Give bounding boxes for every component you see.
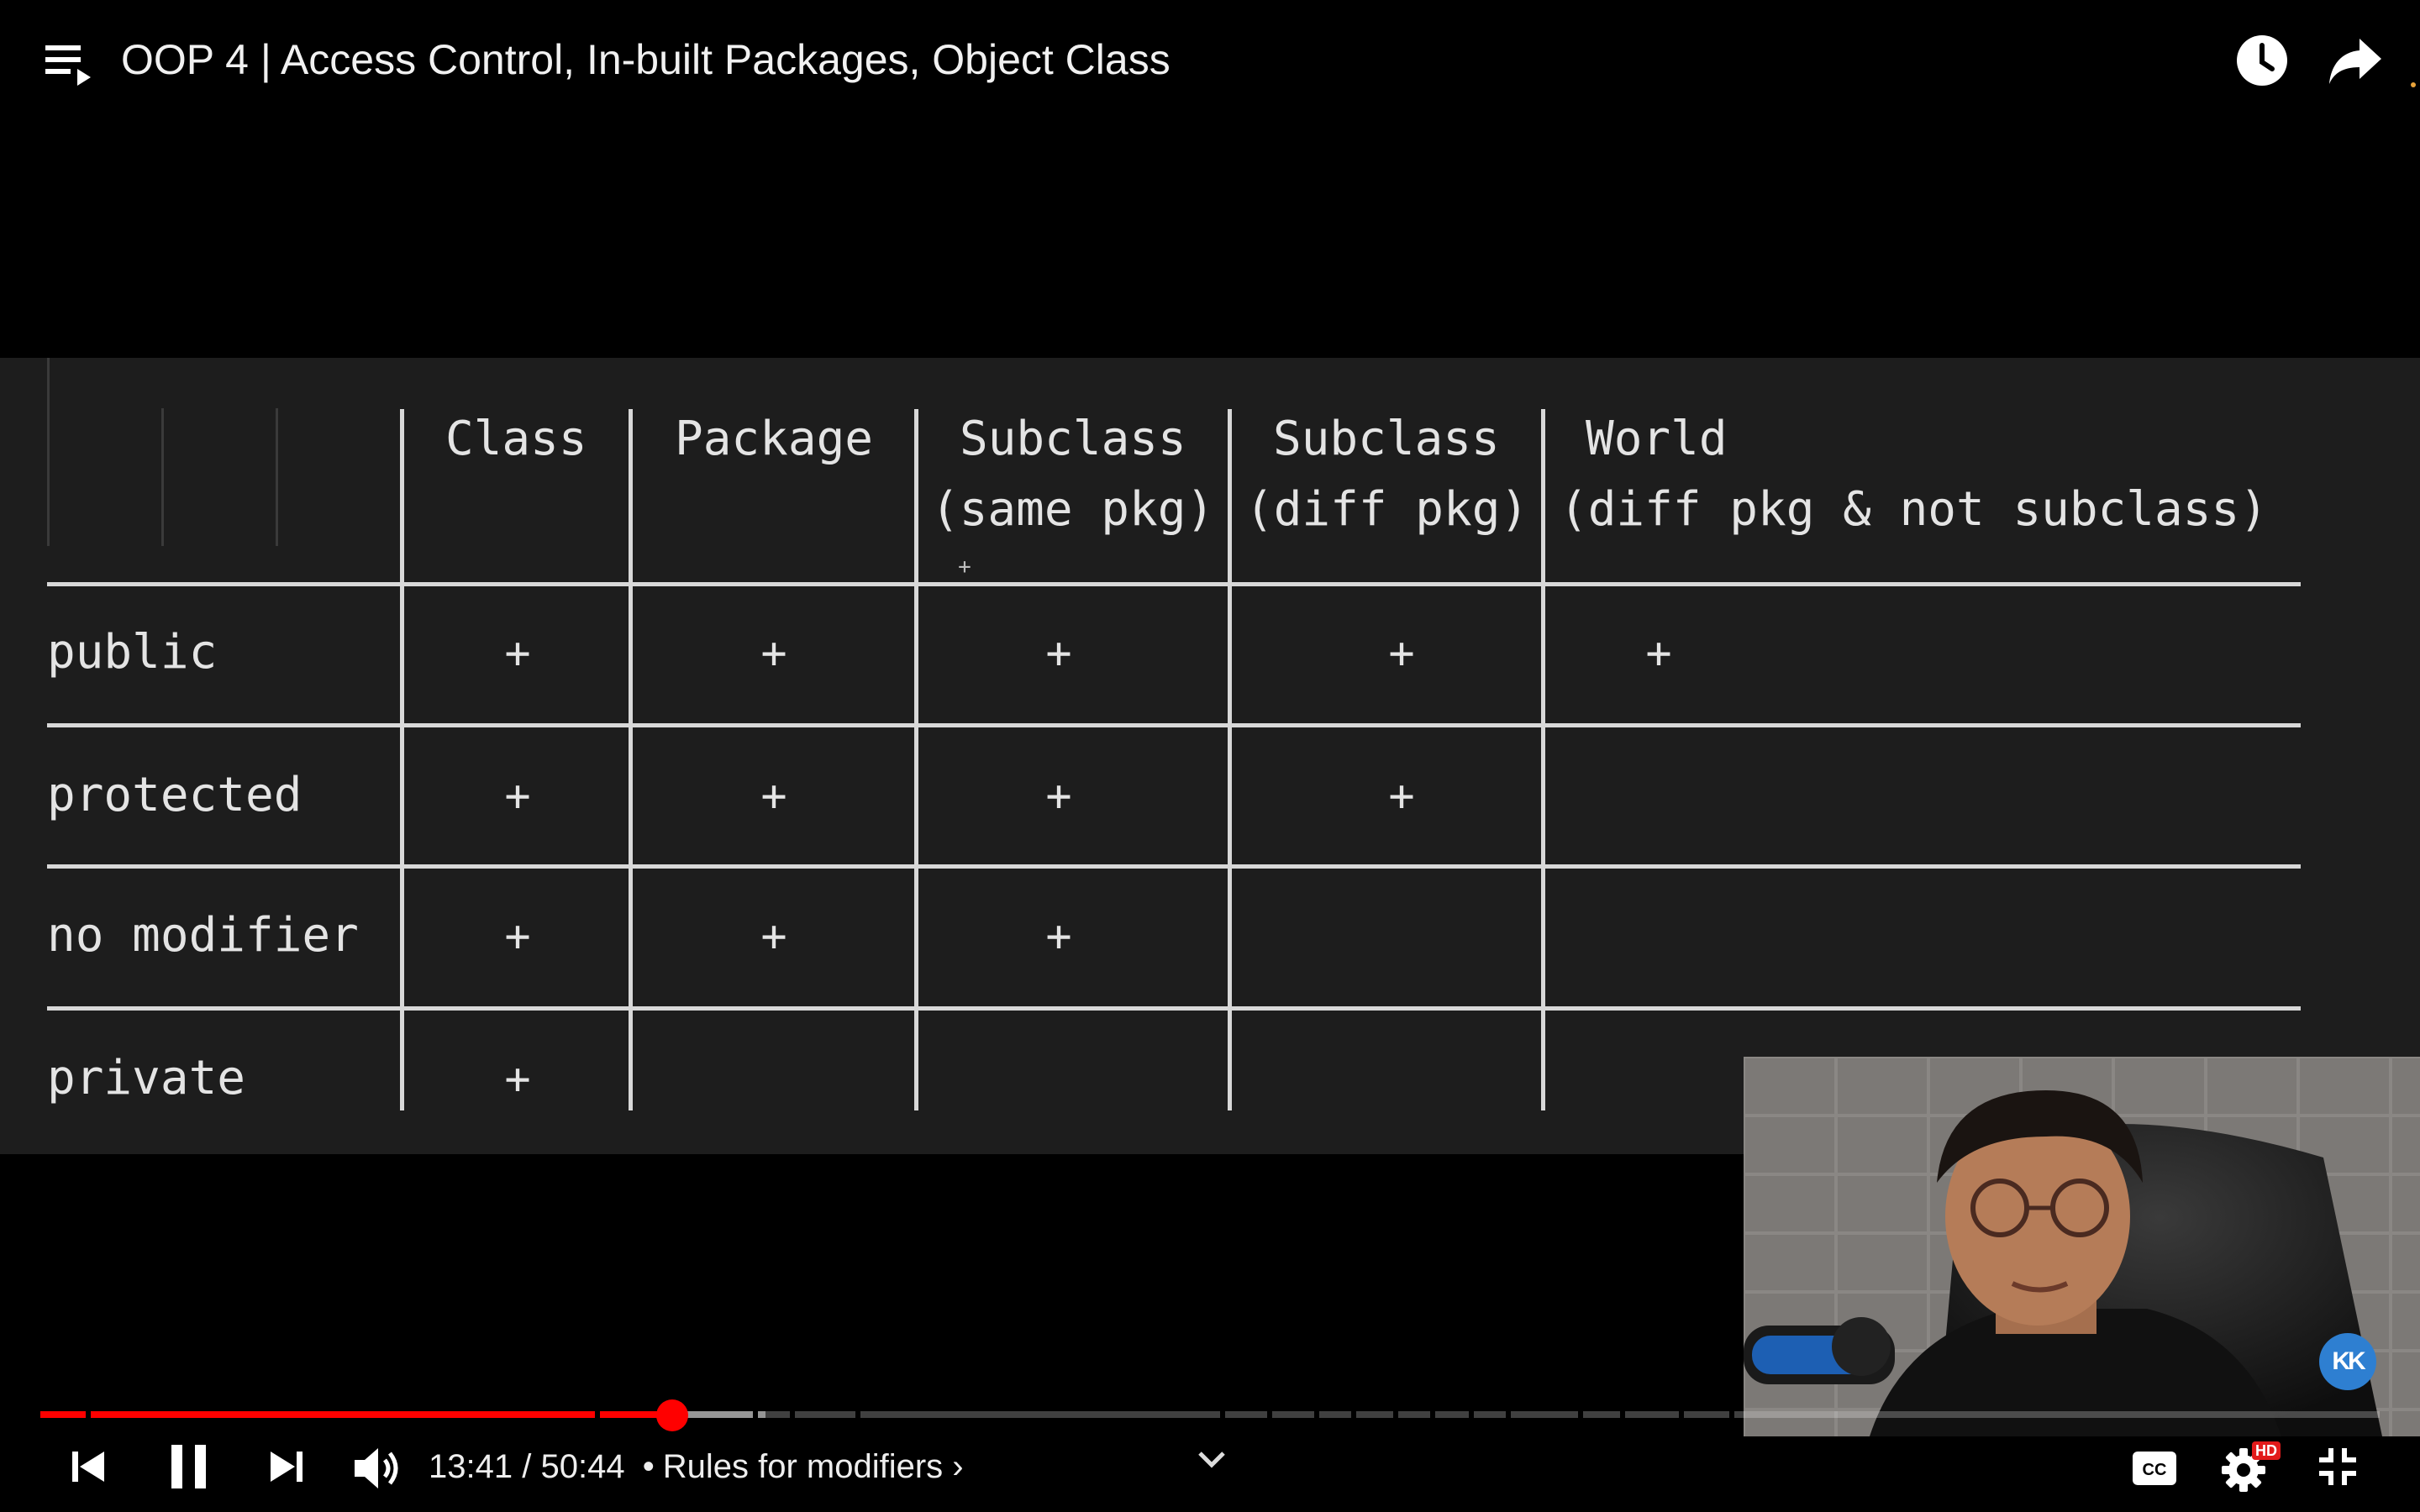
table-row-divider (47, 723, 2301, 727)
table-column-divider (629, 409, 633, 1110)
slide-panel: Class Package Subclass (same pkg) Subcla… (0, 358, 2420, 1154)
column-subheader-world: (diff pkg & not subclass) (1560, 482, 2268, 537)
progress-played (40, 1411, 672, 1418)
chapter-marker (1220, 1411, 1225, 1418)
notification-dot (2411, 82, 2416, 87)
duration: 50:44 (540, 1448, 625, 1485)
exit-fullscreen-button[interactable] (2316, 1445, 2360, 1488)
table-row-divider (47, 582, 2301, 586)
chapter-marker (1393, 1411, 1398, 1418)
table-cell: + (1045, 911, 1072, 962)
chapter-marker (855, 1411, 860, 1418)
stray-plus-mark: + (958, 554, 971, 580)
cc-label: CC (2143, 1461, 2167, 1479)
cc-icon: CC (2133, 1452, 2176, 1485)
progress-scrubber-handle[interactable] (655, 1399, 688, 1431)
subtitles-button[interactable]: CC (2131, 1450, 2178, 1487)
column-subheader-diff-pkg: (diff pkg) (1245, 482, 1529, 537)
pause-icon (171, 1445, 206, 1488)
chapter-marker (1267, 1411, 1272, 1418)
chapter-marker (1578, 1411, 1583, 1418)
table-cell: + (504, 1054, 531, 1105)
progress-bar[interactable] (40, 1411, 2380, 1418)
pause-button[interactable] (168, 1443, 210, 1490)
ghost-line (276, 408, 278, 546)
playlist-icon[interactable] (44, 40, 96, 89)
table-column-divider (1541, 409, 1545, 1110)
table-cell: + (1645, 628, 1672, 679)
chapter-title-button[interactable]: Rules for modifiers › (663, 1448, 964, 1485)
hd-badge: HD (2252, 1441, 2281, 1460)
table-cell: + (504, 911, 531, 962)
table-column-divider (400, 409, 404, 1110)
current-time: 13:41 (429, 1448, 513, 1485)
expand-chevron-button[interactable] (1193, 1446, 1230, 1477)
chapter-marker (1729, 1411, 1734, 1418)
column-header-subclass-diff: Subclass (1273, 412, 1500, 466)
previous-button[interactable] (69, 1446, 109, 1487)
table-cell: + (1045, 771, 1072, 822)
row-label-private: private (47, 1051, 246, 1105)
row-label-no-modifier: no modifier (47, 908, 359, 963)
next-button[interactable] (266, 1446, 306, 1487)
time-display: 13:41 / 50:44 • Rules for modifiers › (429, 1441, 964, 1492)
chapter-separator: • (642, 1448, 655, 1485)
chapter-marker (1620, 1411, 1625, 1418)
ghost-line (161, 408, 164, 546)
table-cell: + (1388, 628, 1415, 679)
column-header-subclass-same: Subclass (960, 412, 1186, 466)
chapter-marker (1314, 1411, 1319, 1418)
table-cell: + (1388, 771, 1415, 822)
table-cell: + (504, 628, 531, 679)
column-header-class: Class (445, 412, 587, 466)
chapter-marker (595, 1411, 600, 1418)
volume-button[interactable] (351, 1445, 405, 1492)
video-title[interactable]: OOP 4 | Access Control, In-built Package… (121, 30, 1171, 89)
settings-button[interactable]: HD (2220, 1441, 2281, 1494)
column-header-package: Package (675, 412, 874, 466)
table-row-divider (47, 1006, 2301, 1011)
chapter-marker (1469, 1411, 1474, 1418)
chapter-marker (790, 1411, 795, 1418)
chevron-down-icon (1198, 1452, 1225, 1468)
presenter-image (1744, 1057, 2420, 1436)
table-cell: + (760, 911, 787, 962)
chapter-marker (86, 1411, 91, 1418)
channel-watermark-badge[interactable]: KK (2319, 1333, 2376, 1390)
exit-fullscreen-icon (2319, 1448, 2356, 1485)
table-column-divider (914, 409, 918, 1110)
chapter-marker (1430, 1411, 1435, 1418)
share-icon[interactable] (2328, 35, 2383, 86)
row-label-protected: protected (47, 768, 302, 822)
volume-icon (355, 1448, 398, 1488)
column-header-world: World (1586, 412, 1728, 466)
time-separator: / (522, 1448, 532, 1485)
table-cell: + (760, 628, 787, 679)
skip-previous-icon (72, 1452, 104, 1482)
watch-later-icon[interactable] (2233, 32, 2291, 89)
column-subheader-same-pkg: (same pkg) (931, 482, 1215, 537)
table-cell: + (504, 771, 531, 822)
ghost-line (47, 358, 50, 546)
chapter-marker (753, 1411, 758, 1418)
webcam-overlay (1744, 1057, 2420, 1436)
skip-next-icon (271, 1452, 302, 1482)
chapter-marker (1679, 1411, 1684, 1418)
table-cell: + (760, 771, 787, 822)
table-row-divider (47, 864, 2301, 869)
table-cell: + (1045, 628, 1072, 679)
table-column-divider (1228, 409, 1232, 1110)
row-label-public: public (47, 625, 218, 680)
chapter-marker (1506, 1411, 1511, 1418)
chapter-marker (1351, 1411, 1356, 1418)
